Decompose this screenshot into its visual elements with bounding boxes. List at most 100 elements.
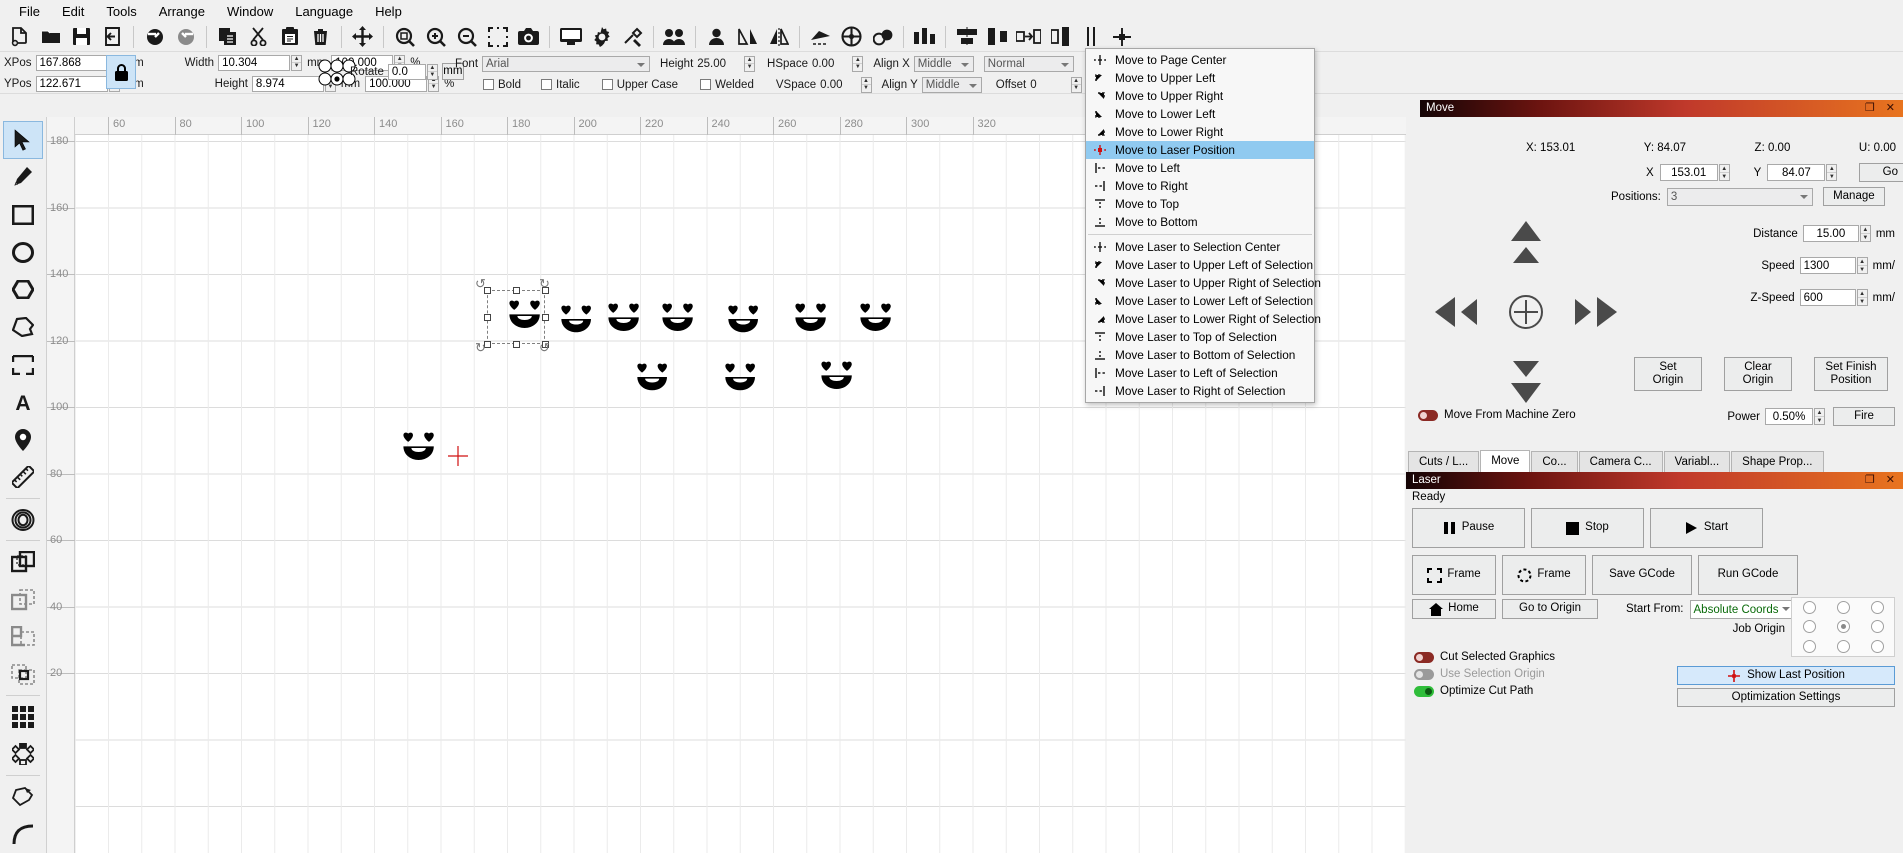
selection-handle[interactable] bbox=[513, 341, 520, 348]
context-menu-item-move-laser-to-selection-center[interactable]: Move Laser to Selection Center bbox=[1086, 238, 1314, 256]
zoom-in-button[interactable] bbox=[420, 23, 451, 51]
set-origin-button[interactable]: Set Origin bbox=[1634, 357, 1702, 391]
tab-co[interactable]: Co... bbox=[1531, 451, 1578, 472]
font-select[interactable]: Arial bbox=[482, 55, 651, 72]
context-menu-item-move-laser-to-lower-left-of-selection[interactable]: Move Laser to Lower Left of Selection bbox=[1086, 292, 1314, 310]
rotate-button[interactable] bbox=[805, 23, 836, 51]
menu-file[interactable]: File bbox=[8, 1, 51, 22]
target-y-spinner[interactable]: ▲ ▼ bbox=[1826, 164, 1838, 181]
width-input[interactable]: 10.304 bbox=[218, 54, 291, 71]
context-menu-item-move-to-upper-right[interactable]: Move to Upper Right bbox=[1086, 87, 1314, 105]
distance-input[interactable]: 15.00 bbox=[1802, 225, 1859, 242]
export-button[interactable] bbox=[97, 23, 128, 51]
vspace-spinner[interactable]: ▲ ▼ bbox=[860, 76, 872, 93]
mirror-horizontal-button[interactable] bbox=[732, 23, 763, 51]
run-gcode-button[interactable]: Run GCode bbox=[1698, 555, 1798, 595]
menu-help[interactable]: Help bbox=[364, 1, 413, 22]
text-tool[interactable]: A bbox=[3, 384, 43, 421]
selection-bounding-box[interactable] bbox=[487, 290, 545, 344]
use-selection-origin-toggle[interactable]: Use Selection Origin bbox=[1414, 668, 1545, 680]
select-tool[interactable] bbox=[3, 121, 43, 159]
tab-shapeprop[interactable]: Shape Prop... bbox=[1731, 451, 1824, 472]
lock-aspect-button[interactable] bbox=[106, 55, 136, 89]
positions-select[interactable]: 3 bbox=[1666, 187, 1813, 206]
zoom-out-button[interactable] bbox=[451, 23, 482, 51]
aligny-select[interactable]: Middle bbox=[921, 76, 982, 93]
crosshair-button[interactable] bbox=[1106, 23, 1137, 51]
context-menu-item-move-laser-to-top-of-selection[interactable]: Move Laser to Top of Selection bbox=[1086, 328, 1314, 346]
polygon-tool[interactable] bbox=[3, 271, 43, 308]
xpos-input[interactable]: 167.868 bbox=[35, 54, 108, 71]
menu-edit[interactable]: Edit bbox=[51, 1, 95, 22]
group-button[interactable] bbox=[659, 23, 690, 51]
move-from-machine-zero-toggle[interactable]: Move From Machine Zero bbox=[1418, 409, 1576, 421]
jog-arrow-pad[interactable] bbox=[1431, 217, 1621, 407]
paste-button[interactable] bbox=[274, 23, 305, 51]
tab-camerac[interactable]: Camera C... bbox=[1578, 451, 1663, 472]
context-menu-item-move-to-upper-left[interactable]: Move to Upper Left bbox=[1086, 69, 1314, 87]
tab-cutsl[interactable]: Cuts / L... bbox=[1408, 451, 1480, 472]
job-origin-radio-tc[interactable] bbox=[1836, 601, 1850, 615]
new-file-button[interactable] bbox=[4, 23, 35, 51]
width-spinner[interactable]: ▲ ▼ bbox=[291, 54, 303, 71]
context-menu-item-move-to-left[interactable]: Move to Left bbox=[1086, 159, 1314, 177]
offset-spinner[interactable]: ▲ ▼ bbox=[1070, 76, 1082, 93]
ellipse-tool[interactable] bbox=[3, 234, 43, 271]
context-menu-item-move-to-laser-position[interactable]: Move to Laser Position bbox=[1086, 141, 1314, 159]
vertical-ruler[interactable]: 180 160 140 120 100 80 60 40 20 bbox=[47, 117, 75, 853]
context-menu-item-move-laser-to-upper-right-of-selection[interactable]: Move Laser to Upper Right of Selection bbox=[1086, 274, 1321, 292]
rotation-handle[interactable]: ↻ bbox=[475, 341, 486, 354]
save-button[interactable] bbox=[66, 23, 97, 51]
offset-tool[interactable] bbox=[3, 501, 43, 538]
rectangle-tool[interactable] bbox=[3, 196, 43, 233]
delete-button[interactable] bbox=[305, 23, 336, 51]
smiley-shape[interactable] bbox=[858, 303, 893, 333]
freehand-tool[interactable] bbox=[3, 309, 43, 346]
rotate-spinner[interactable]: ▲ ▼ bbox=[426, 63, 438, 80]
camera-button[interactable] bbox=[513, 23, 544, 51]
context-menu-item-move-to-bottom[interactable]: Move to Bottom bbox=[1086, 213, 1314, 231]
distribute-button[interactable] bbox=[1044, 23, 1075, 51]
context-menu-item-move-to-top[interactable]: Move to Top bbox=[1086, 195, 1314, 213]
marquee-select-button[interactable] bbox=[482, 23, 513, 51]
power-input[interactable]: 0.50% bbox=[1765, 408, 1813, 425]
device-settings-button[interactable] bbox=[617, 23, 648, 51]
zoom-fit-button[interactable] bbox=[389, 23, 420, 51]
weld-button[interactable] bbox=[867, 23, 898, 51]
job-origin-radio-ml[interactable] bbox=[1802, 620, 1816, 634]
smiley-shape[interactable] bbox=[723, 363, 757, 393]
selection-handle[interactable] bbox=[542, 314, 549, 321]
smiley-shape[interactable] bbox=[726, 305, 760, 335]
smiley-shape[interactable] bbox=[559, 305, 593, 335]
speed-spinner[interactable]: ▲ ▼ bbox=[1856, 257, 1868, 274]
power-spinner[interactable]: ▲ ▼ bbox=[1814, 408, 1825, 425]
curve-tool[interactable] bbox=[3, 816, 43, 853]
circular-array-tool[interactable] bbox=[3, 736, 43, 773]
node-edit-button[interactable] bbox=[909, 23, 940, 51]
smiley-shape[interactable] bbox=[635, 363, 669, 393]
smiley-shape[interactable] bbox=[819, 361, 854, 391]
speed-input[interactable]: 1300 bbox=[1799, 257, 1856, 274]
menu-tools[interactable]: Tools bbox=[95, 1, 147, 22]
cut-button[interactable] bbox=[243, 23, 274, 51]
target-x-spinner[interactable]: ▲ ▼ bbox=[1718, 164, 1730, 181]
context-menu-item-move-laser-to-right-of-selection[interactable]: Move Laser to Right of Selection bbox=[1086, 382, 1314, 400]
cutout-tool[interactable] bbox=[3, 656, 43, 693]
manage-button[interactable]: Manage bbox=[1822, 187, 1885, 206]
target-y-input[interactable]: 84.07 bbox=[1767, 164, 1826, 181]
move-button[interactable] bbox=[347, 23, 378, 51]
rotate-input[interactable]: 0.0 bbox=[387, 63, 426, 80]
stop-button[interactable]: Stop bbox=[1531, 508, 1644, 548]
ypos-input[interactable]: 122.671 bbox=[35, 75, 108, 92]
context-menu-item-move-to-page-center[interactable]: Move to Page Center bbox=[1086, 51, 1314, 69]
redo-button[interactable] bbox=[170, 23, 201, 51]
job-origin-radio-mc[interactable] bbox=[1836, 620, 1850, 634]
show-last-position-button[interactable]: Show Last Position bbox=[1677, 666, 1895, 685]
context-menu-item-move-to-right[interactable]: Move to Right bbox=[1086, 177, 1314, 195]
italic-checkbox[interactable]: Italic bbox=[541, 79, 584, 91]
measure-tool[interactable] bbox=[3, 458, 43, 495]
save-gcode-button[interactable]: Save GCode bbox=[1592, 555, 1692, 595]
font-height-spinner[interactable]: ▲ ▼ bbox=[744, 55, 756, 72]
hspace-spinner[interactable]: ▲ ▼ bbox=[852, 55, 864, 72]
home-button[interactable]: Home bbox=[1412, 599, 1496, 619]
